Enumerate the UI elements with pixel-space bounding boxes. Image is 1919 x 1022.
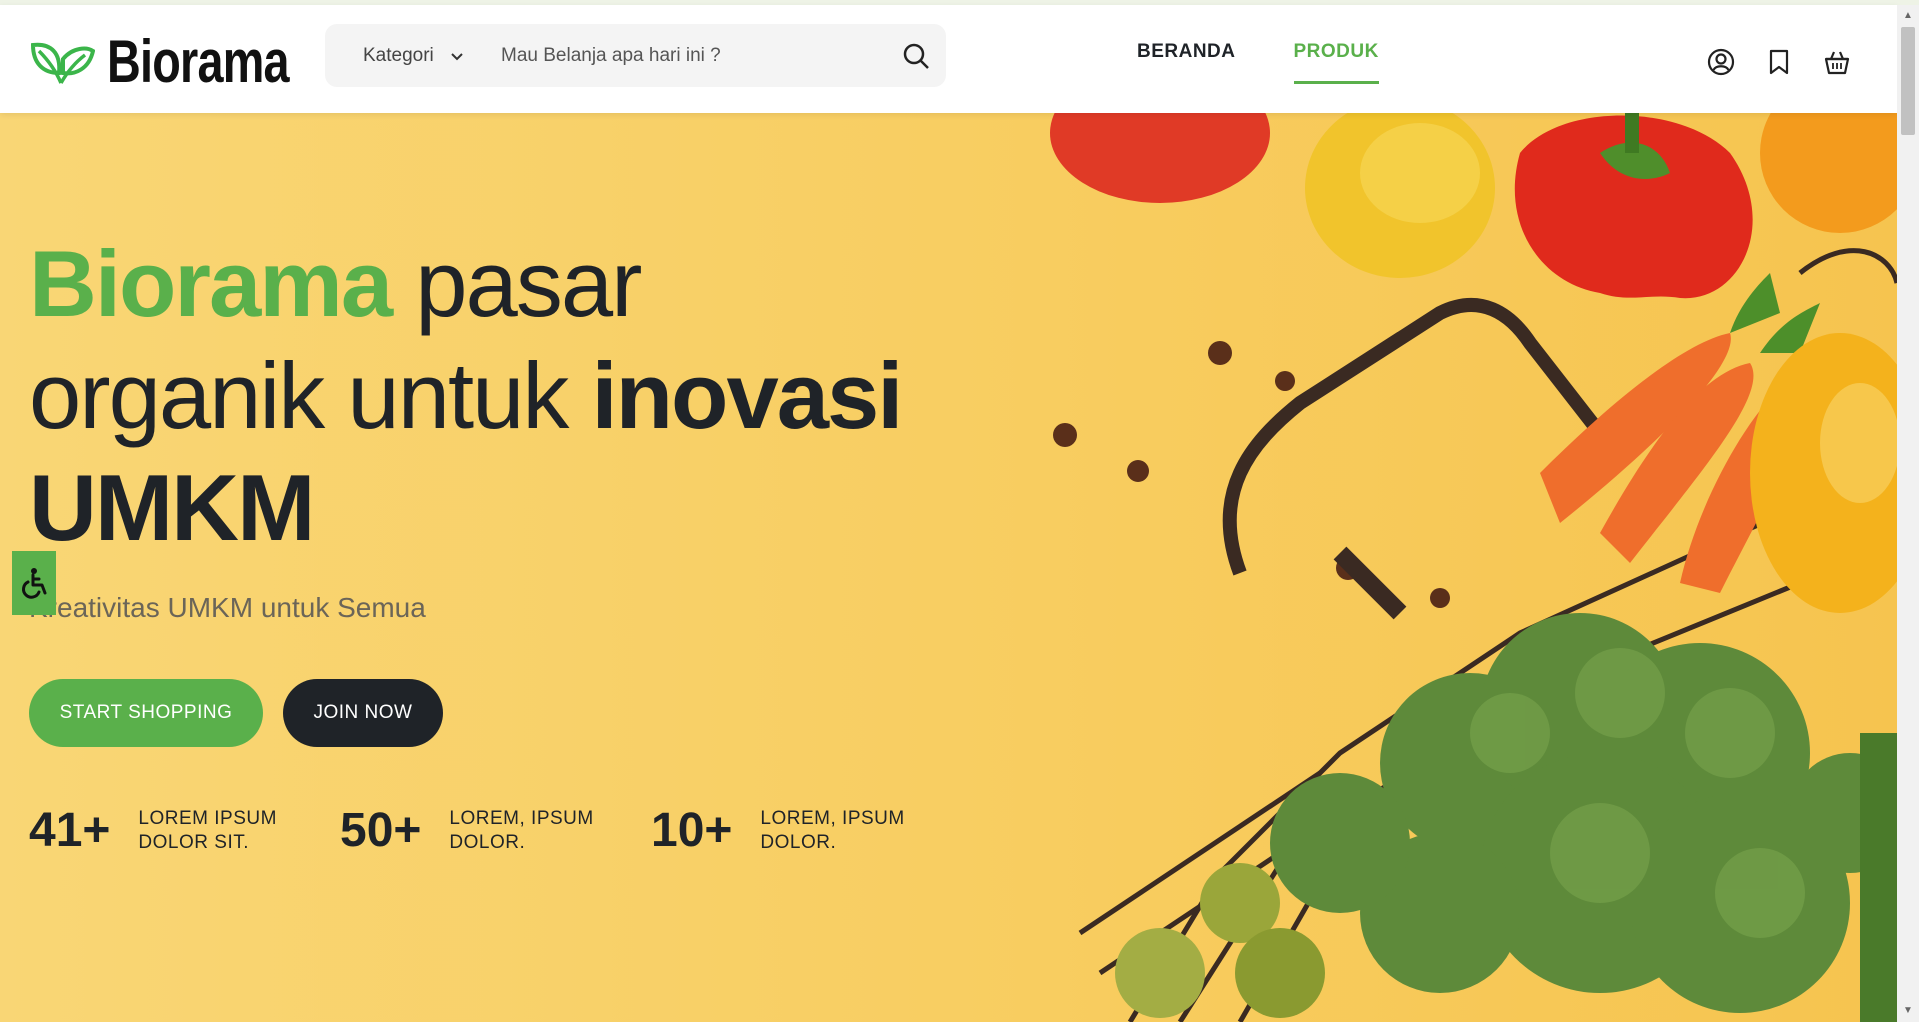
stat-label-line1: LOREM IPSUM: [138, 807, 277, 829]
stat-label-line1: LOREM, IPSUM: [449, 807, 594, 829]
category-label: Kategori: [363, 44, 434, 66]
hero-section: Biorama pasar organik untuk inovasi UMKM…: [0, 113, 1897, 1022]
stat-number: 41+: [29, 804, 111, 857]
chevron-down-icon: [451, 52, 463, 60]
stat-label-line2: DOLOR SIT.: [138, 831, 249, 853]
accessibility-button[interactable]: [12, 551, 56, 615]
cart-button[interactable]: [1822, 47, 1852, 77]
hero-headline: Biorama pasar organik untuk inovasi UMKM: [29, 228, 929, 564]
nav-beranda[interactable]: BERANDA: [1137, 41, 1236, 84]
search-bar: Kategori Mau Belanja apa hari ini ?: [325, 24, 946, 87]
scroll-thumb[interactable]: [1901, 27, 1915, 135]
site-header: Biorama Kategori Mau Belanja apa hari in…: [0, 5, 1897, 113]
main-nav: BERANDA PRODUK: [1137, 41, 1379, 84]
stat-number: 10+: [651, 804, 733, 857]
basket-icon: [1824, 51, 1850, 75]
category-dropdown[interactable]: Kategori: [325, 45, 485, 67]
stat-label: LOREM, IPSUM DOLOR.: [449, 807, 599, 855]
headline-bold2: UMKM: [29, 455, 315, 560]
headline-part1: pasar: [391, 231, 642, 336]
stat-label: LOREM IPSUM DOLOR SIT.: [138, 807, 288, 855]
headline-bold1: inovasi: [591, 343, 903, 448]
search-button[interactable]: [886, 26, 946, 86]
stat-item: 50+ LOREM, IPSUM DOLOR.: [340, 803, 599, 858]
headline-part2: organik untuk: [29, 343, 592, 448]
scroll-up-arrow-icon[interactable]: ▲: [1897, 7, 1919, 25]
search-input[interactable]: Mau Belanja apa hari ini ?: [485, 45, 886, 67]
stat-label-line1: LOREM, IPSUM: [760, 807, 905, 829]
search-icon: [903, 43, 929, 69]
stat-label: LOREM, IPSUM DOLOR.: [760, 807, 910, 855]
nav-produk[interactable]: PRODUK: [1293, 41, 1379, 84]
user-icon: [1707, 48, 1735, 76]
start-shopping-button[interactable]: START SHOPPING: [29, 679, 263, 747]
account-button[interactable]: [1706, 47, 1736, 77]
hero-subtitle: Kreativitas UMKM untuk Semua: [29, 592, 426, 623]
vegetable-basket-image: [1050, 113, 1897, 1022]
stat-item: 41+ LOREM IPSUM DOLOR SIT.: [29, 803, 288, 858]
stat-item: 10+ LOREM, IPSUM DOLOR.: [651, 803, 910, 858]
wheelchair-icon: [22, 568, 47, 599]
stat-label-line2: DOLOR.: [449, 831, 526, 853]
logo-text: Biorama: [107, 28, 290, 95]
scroll-down-arrow-icon[interactable]: ▼: [1897, 1002, 1919, 1020]
logo[interactable]: Biorama: [29, 27, 337, 96]
join-now-button[interactable]: JOIN NOW: [283, 679, 443, 747]
header-icons: [1706, 47, 1852, 77]
stat-number: 50+: [340, 804, 422, 857]
bookmark-icon: [1769, 49, 1789, 75]
page-scrollbar[interactable]: ▲ ▼: [1897, 5, 1919, 1022]
wishlist-button[interactable]: [1764, 47, 1794, 77]
stat-label-line2: DOLOR.: [760, 831, 837, 853]
headline-brand: Biorama: [29, 231, 393, 336]
leaf-logo-icon: [30, 42, 95, 84]
